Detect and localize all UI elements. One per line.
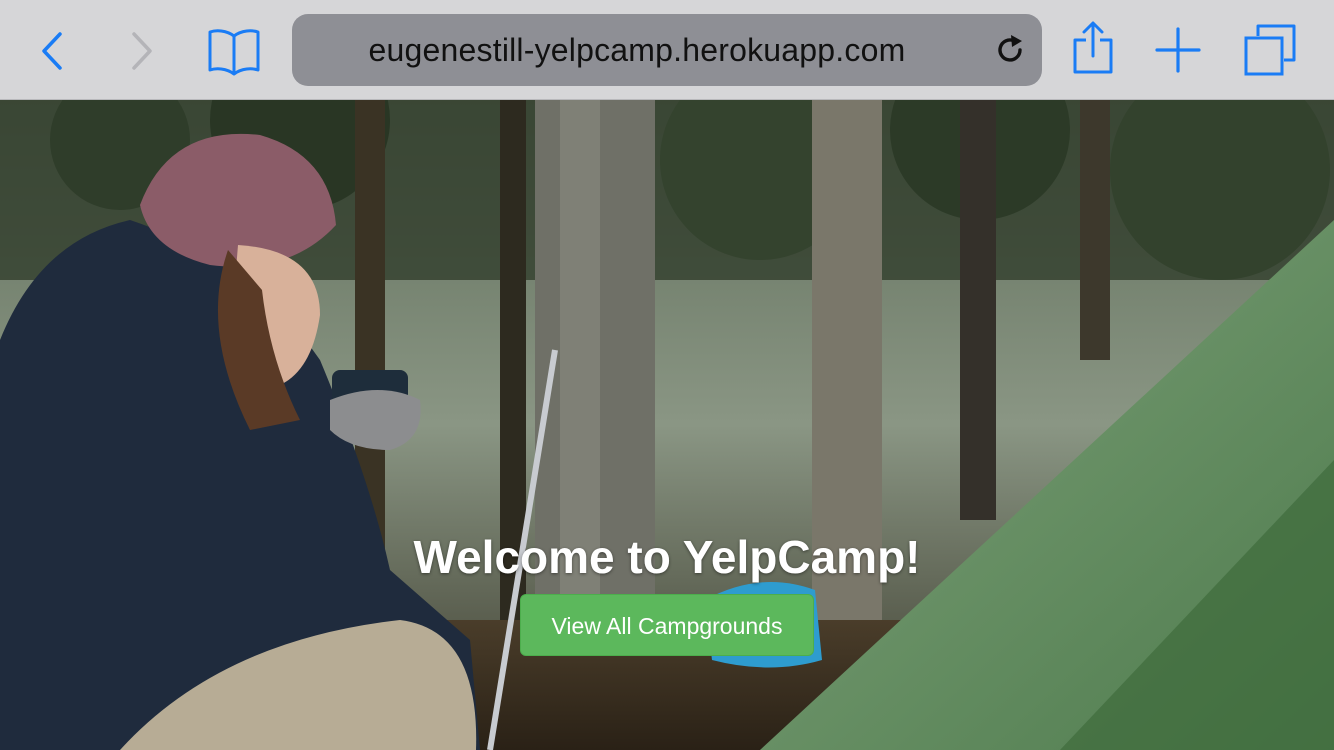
- hero-title: Welcome to YelpCamp!: [413, 531, 921, 583]
- url-text[interactable]: eugenestill-yelpcamp.herokuapp.com: [292, 14, 982, 86]
- bookmarks-button[interactable]: [204, 24, 264, 78]
- view-all-campgrounds-button[interactable]: View All Campgrounds: [520, 594, 814, 656]
- share-button[interactable]: [1068, 18, 1118, 78]
- tabs-icon: [1244, 24, 1296, 76]
- reload-button[interactable]: [992, 32, 1028, 68]
- forward-button[interactable]: [120, 26, 164, 76]
- chevron-right-icon: [132, 32, 152, 70]
- book-icon: [208, 29, 260, 76]
- chevron-left-icon: [42, 32, 62, 70]
- tabs-button[interactable]: [1240, 22, 1298, 78]
- reload-icon: [998, 35, 1022, 62]
- browser-toolbar: eugenestill-yelpcamp.herokuapp.com: [0, 0, 1334, 100]
- plus-icon: [1155, 27, 1201, 73]
- hero-section: Welcome to YelpCamp! View All Campground…: [0, 100, 1334, 750]
- share-icon: [1073, 21, 1113, 74]
- new-tab-button[interactable]: [1152, 24, 1204, 76]
- address-bar[interactable]: eugenestill-yelpcamp.herokuapp.com: [292, 14, 1042, 86]
- back-button[interactable]: [30, 26, 74, 76]
